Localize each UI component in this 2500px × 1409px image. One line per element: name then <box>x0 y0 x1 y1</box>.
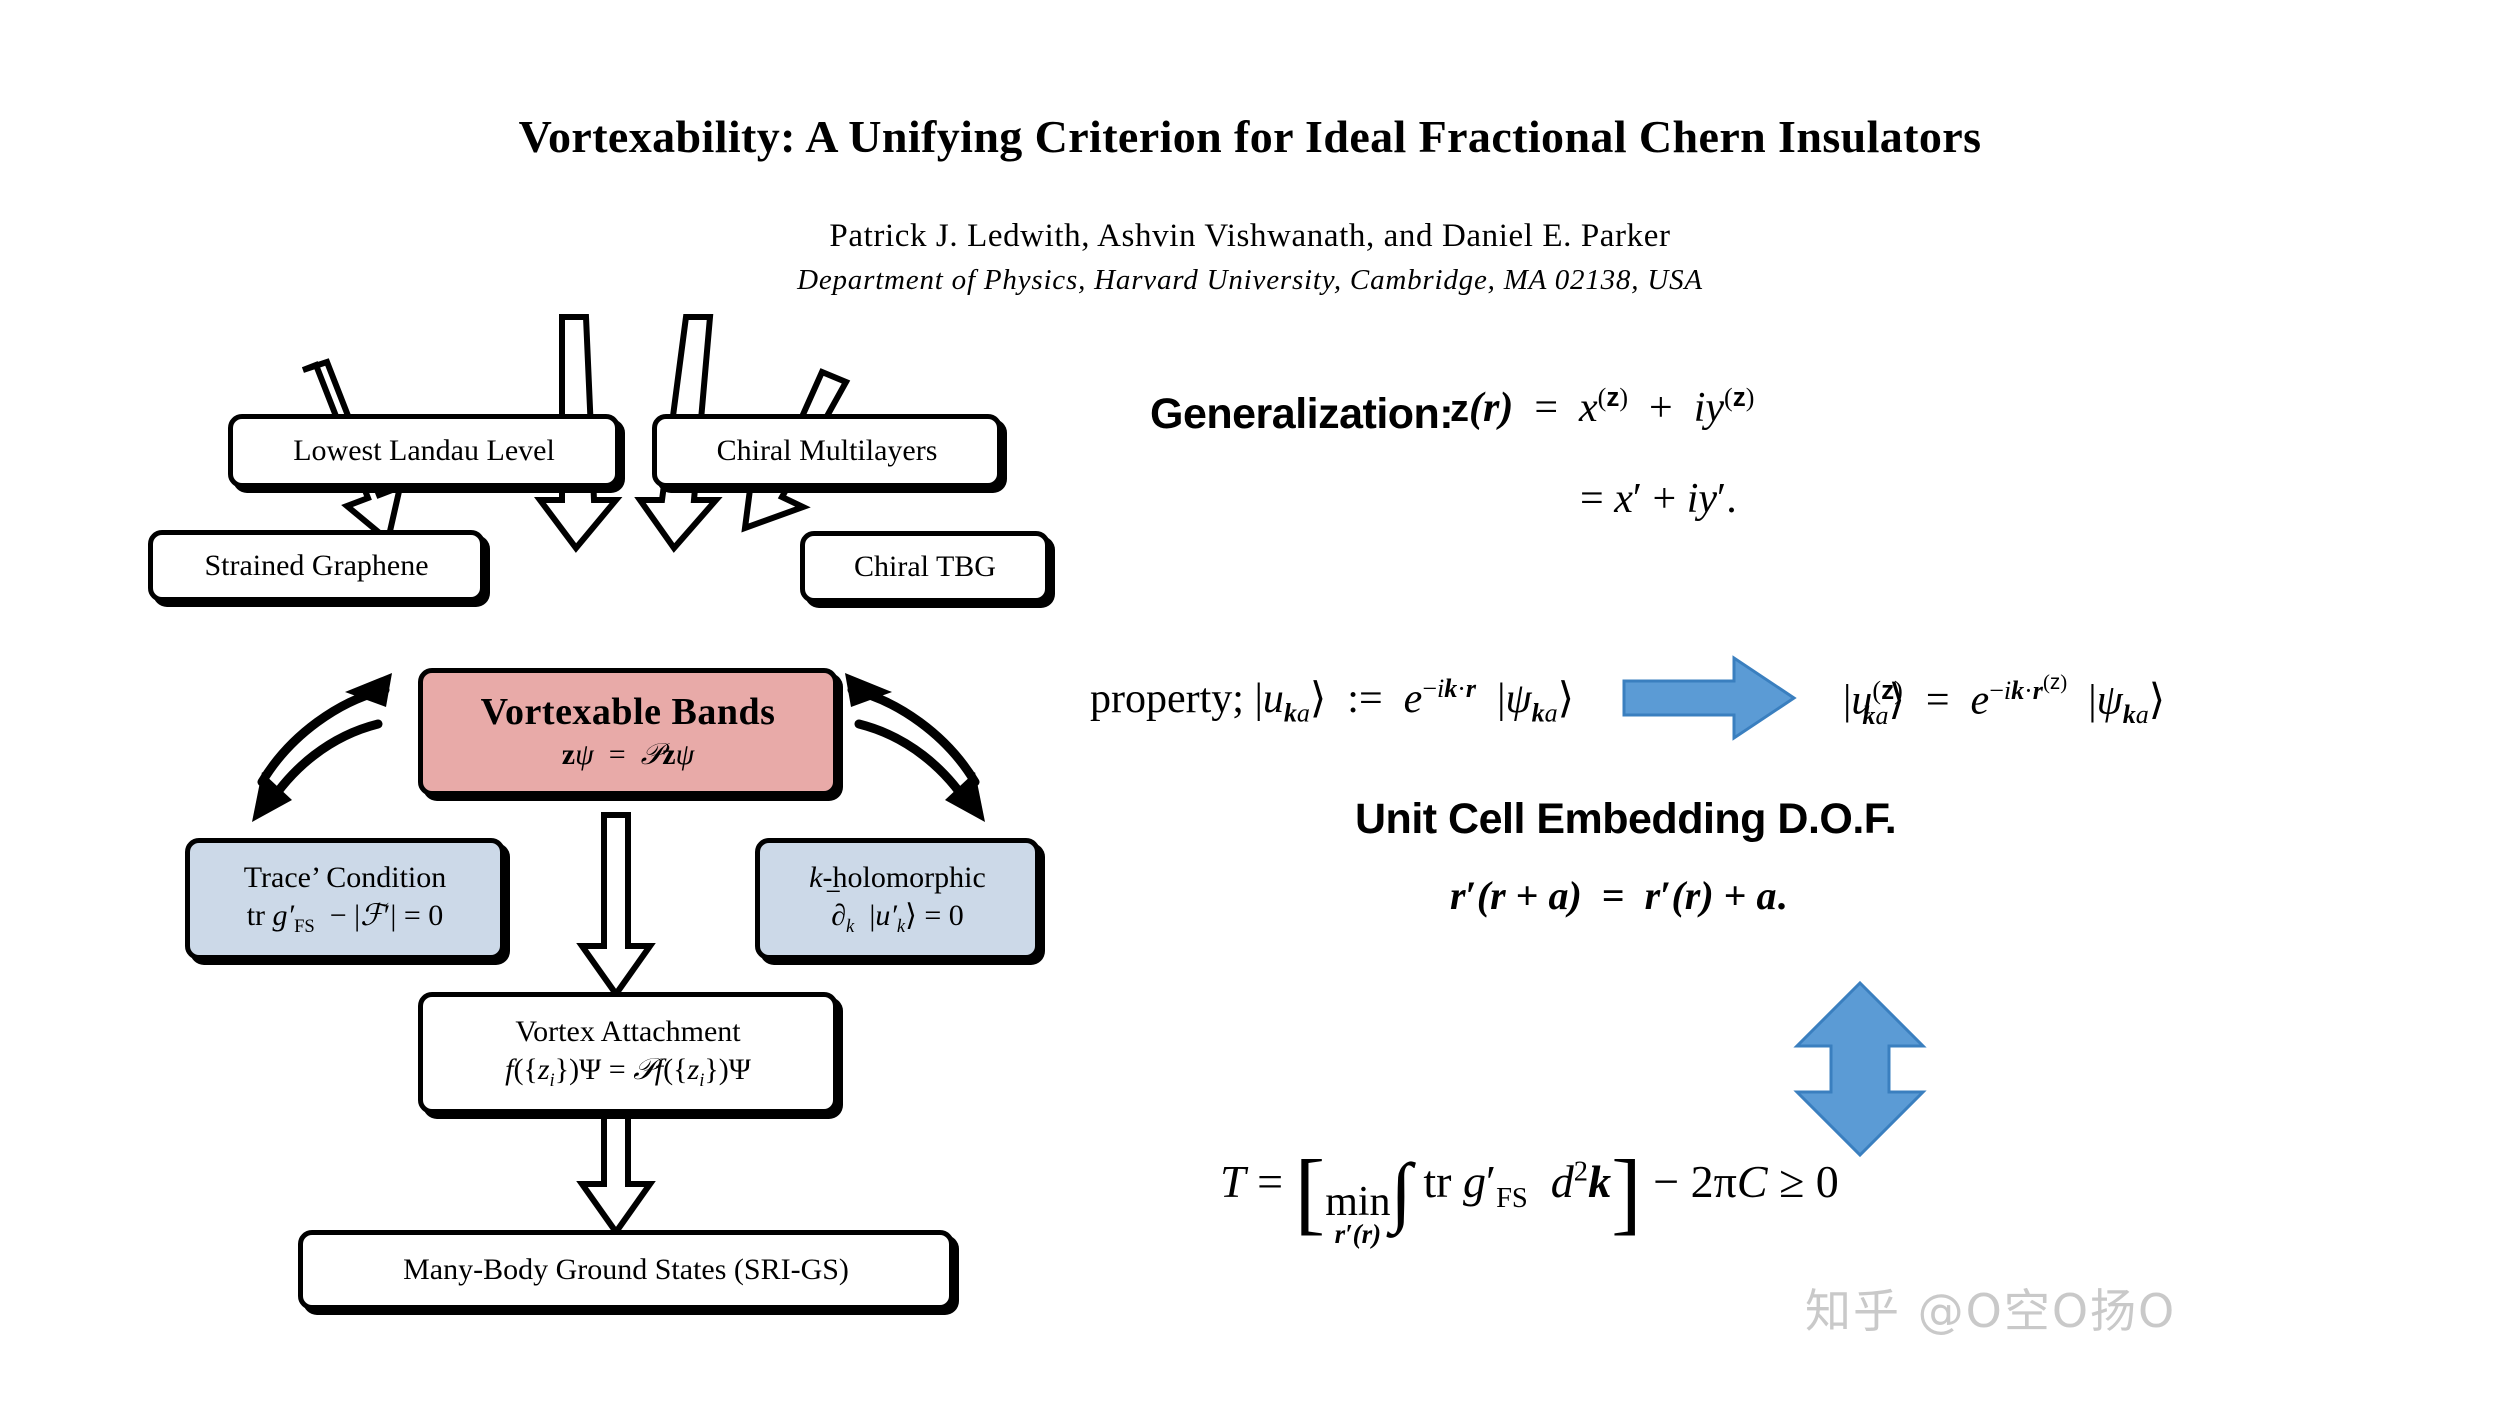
flow-box-label: Vortexable Bands <box>480 691 776 734</box>
generalization-equation-line2: = x′ + iy′. <box>1580 476 1737 522</box>
arrow-vortexable-to-kholo <box>845 673 985 822</box>
unit-cell-equation: r′(r + a) = r′(r) + a. <box>1450 873 1787 918</box>
arrow-vortexable-to-vortex-attachment <box>576 812 656 1000</box>
blue-right-arrow-icon <box>1622 655 1797 746</box>
generalization-label: Generalization: <box>1150 390 1454 438</box>
arrow-vortex-attachment-to-ground-states <box>576 1110 656 1238</box>
flow-box-label: k-holomorphic <box>809 860 986 894</box>
flow-box-chiral-multilayers[interactable]: Chiral Multilayers <box>652 414 1002 488</box>
blue-double-vertical-arrow-icon <box>1790 980 1930 1163</box>
affiliation-line: Department of Physics, Harvard Universit… <box>797 264 1703 296</box>
flow-box-vortexable-bands[interactable]: Vortexable Bands zψ = 𝒫zψ <box>418 668 838 796</box>
flow-box-vortex-attachment[interactable]: Vortex Attachment f({zi})Ψ = 𝒫f({zi})Ψ <box>418 992 838 1114</box>
flow-box-label: Vortex Attachment <box>515 1014 741 1048</box>
generalization-row: Generalization: <box>1150 390 1479 439</box>
page-title: Vortexability: A Unifying Criterion for … <box>518 111 1982 162</box>
flow-box-label: Lowest Landau Level <box>293 433 555 467</box>
bloch-equation-left: property; |uka⟩ := e−ik·r |ψka⟩ <box>1090 673 1574 728</box>
flow-box-formula: f({zi})Ψ = 𝒫f({zi})Ψ <box>505 1053 751 1092</box>
flow-box-formula: ̅ ∂k |u′k⟩ = 0 <box>831 899 964 938</box>
flow-box-many-body-ground-states[interactable]: Many-Body Ground States (SRI-GS) <box>298 1230 954 1310</box>
flow-box-formula: tr g′FS − |ℱ′| = 0 <box>246 899 444 938</box>
arrow-vortexable-to-trace <box>252 673 392 822</box>
flow-box-strained-graphene[interactable]: Strained Graphene <box>148 530 485 602</box>
bloch-equation-row: property; |uka⟩ := e−ik·r |ψka⟩ |u(z)ka⟩… <box>1090 655 2500 746</box>
paper-header: Vortexability: A Unifying Criterion for … <box>0 0 2500 297</box>
flow-box-trace-condition[interactable]: Trace’ Condition tr g′FS − |ℱ′| = 0 <box>185 838 505 960</box>
unit-cell-heading: Unit Cell Embedding D.O.F. <box>1355 795 1897 843</box>
generalization-equation-line1: z(r) = x(z) + iy(z) <box>1450 382 1755 431</box>
zhihu-watermark: 知乎 @O空O扬O <box>1805 1284 2177 1338</box>
flow-box-formula: zψ = 𝒫zψ <box>561 738 695 772</box>
flow-box-chiral-tbg[interactable]: Chiral TBG <box>800 531 1050 603</box>
flow-box-k-holomorphic[interactable]: k-holomorphic ̅ ∂k |u′k⟩ = 0 <box>755 838 1040 960</box>
flow-box-label: Many-Body Ground States (SRI-GS) <box>403 1252 849 1286</box>
author-list: Patrick J. Ledwith, Ashvin Vishwanath, a… <box>829 218 1671 254</box>
trace-bound-equation: T = [min r′(r) ∫ tr g′FS d2k] − 2πC ≥ 0 <box>1220 1141 1839 1249</box>
right-panel: Generalization: z(r) = x(z) + iy(z) = x′… <box>1090 382 2500 1350</box>
flow-box-label: Chiral Multilayers <box>716 433 938 467</box>
flow-box-label: Chiral TBG <box>854 549 996 583</box>
bloch-equation-right: |u(z)ka⟩ = e−ik·r(z) |ψka⟩ <box>1843 670 2166 730</box>
flow-box-lowest-landau-level[interactable]: Lowest Landau Level <box>228 414 620 488</box>
flow-box-label: Strained Graphene <box>204 548 429 582</box>
flow-box-label: Trace’ Condition <box>243 860 447 894</box>
